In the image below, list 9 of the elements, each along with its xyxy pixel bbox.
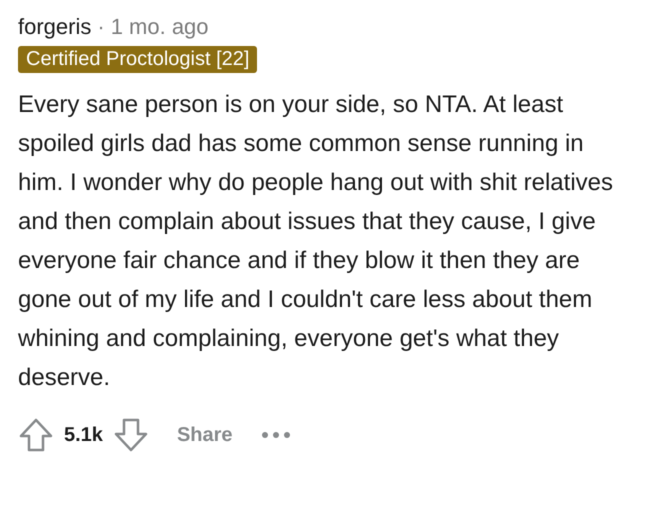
username[interactable]: forgeris [18,14,92,40]
timestamp: 1 mo. ago [110,14,209,40]
user-flair: Certified Proctologist [22] [18,46,258,73]
comment-text: Every sane person is on your side, so NTA. At least spoiled girls dad has some common sense running in him. I wonder why do people hang out with shit relatives and then complain about issues that they cause, I give everyone fair chance and if they blow it then they are gone out of my life and I couldn't care less about them whining and complaining, everyone get's what they deserve. [18,90,614,393]
downvote-button[interactable] [112,417,149,453]
vote-count: 5.1k [64,424,103,446]
separator-dot: · [97,14,105,40]
more-options-icon[interactable] [260,431,291,439]
upvote-button[interactable] [18,417,54,453]
